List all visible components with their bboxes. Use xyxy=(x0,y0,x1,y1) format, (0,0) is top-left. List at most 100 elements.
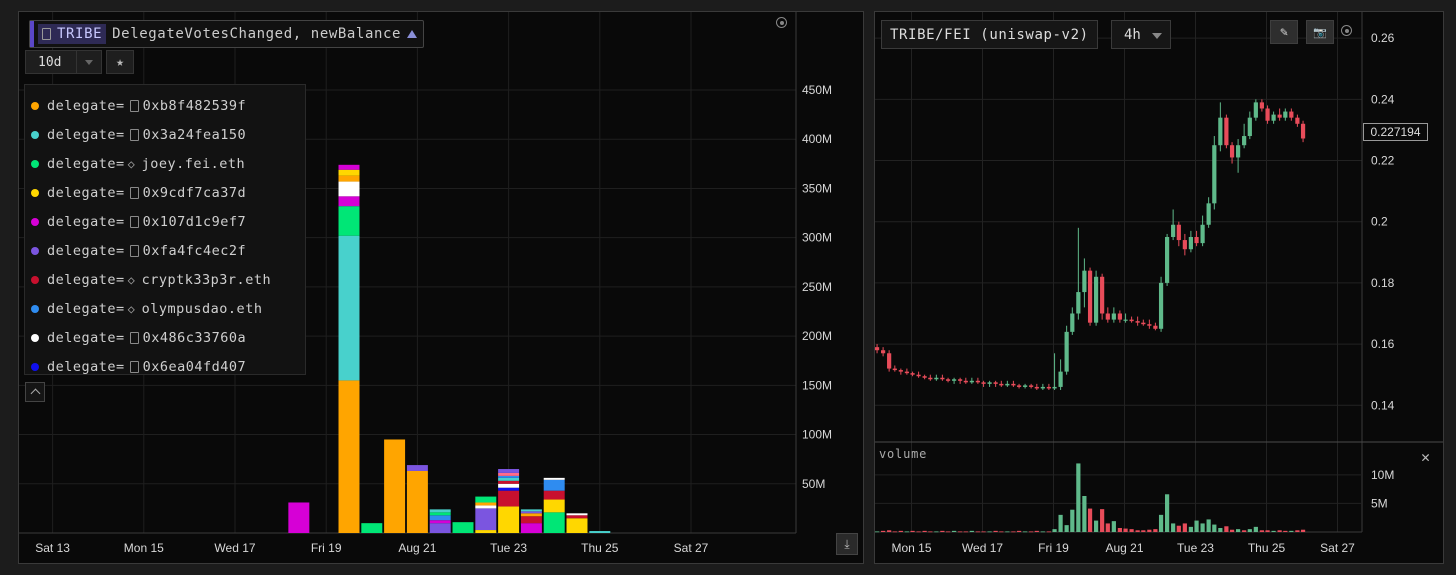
volume-bar xyxy=(999,531,1004,533)
volume-tick-label: 10M xyxy=(1371,468,1394,482)
download-icon: ⤓ xyxy=(844,536,850,551)
volume-bar xyxy=(975,531,980,533)
range-dropdown-button[interactable] xyxy=(76,50,102,74)
legend-label: 0xb8f482539f xyxy=(142,97,247,114)
volume-bar xyxy=(969,530,974,532)
candle-body xyxy=(1212,145,1217,204)
volume-bar xyxy=(1111,521,1116,532)
volume-bar xyxy=(1218,528,1223,532)
candle-body xyxy=(1105,313,1110,320)
legend-prefix: delegate= xyxy=(47,126,125,143)
bar-segment xyxy=(475,496,497,503)
bar-segment xyxy=(566,513,588,516)
price-chart-panel: 0.14 0.16 0.18 0.2 0.22 0.24 0.26 Mon 15 Wed 17 F… xyxy=(874,11,1444,564)
bar-segment xyxy=(543,512,565,533)
candle-body xyxy=(940,377,945,380)
volume-bar xyxy=(887,530,892,532)
bar-segment xyxy=(520,511,542,514)
volume-bar xyxy=(1129,529,1134,532)
volume-bar xyxy=(1070,509,1075,532)
collapse-legend-button[interactable] xyxy=(25,382,45,402)
bar-segment xyxy=(520,523,542,533)
x-tick-label: Sat 27 xyxy=(1320,541,1355,555)
volume-bar xyxy=(1200,523,1205,532)
bar-segment xyxy=(520,513,542,517)
candle-body xyxy=(1076,292,1081,314)
pair-selector[interactable]: TRIBE/FEI (uniswap-v2) xyxy=(881,20,1098,49)
candle-body xyxy=(887,353,892,369)
volume-bar xyxy=(910,530,915,532)
legend-item[interactable]: delegate= 0x6ea04fd407 xyxy=(25,352,305,381)
volume-bar xyxy=(1117,528,1122,532)
timeframe-select[interactable]: 4h xyxy=(1111,20,1171,49)
bar-segment xyxy=(338,175,360,182)
legend-item[interactable]: delegate= 0x3a24fea150 xyxy=(25,120,305,149)
last-price-label: 0.227194 xyxy=(1363,123,1428,141)
candle-body xyxy=(1153,325,1158,329)
bar-segment xyxy=(429,520,451,524)
candle-body xyxy=(922,376,927,378)
bar-segment xyxy=(475,530,497,533)
draw-button[interactable]: ✎ xyxy=(1270,20,1298,44)
y-tick-label: 0.2 xyxy=(1371,215,1388,229)
volume-bar xyxy=(1176,525,1181,532)
volume-bar xyxy=(1242,530,1247,532)
volume-bar xyxy=(945,531,951,533)
camera-icon: 📷 xyxy=(1313,25,1327,39)
legend-label: joey.fei.eth xyxy=(141,155,246,172)
volume-bar xyxy=(1265,530,1270,532)
volume-bar xyxy=(928,531,933,533)
bar-segment xyxy=(452,522,474,533)
legend-item[interactable]: delegate= 0x9cdf7ca37d xyxy=(25,178,305,207)
download-button[interactable]: ⤓ xyxy=(836,533,858,555)
volume-bar xyxy=(1076,463,1081,532)
crosshair-toggle-icon[interactable] xyxy=(776,17,787,28)
bar-segment xyxy=(498,475,520,478)
legend-item[interactable]: delegate= 0xfa4fc4ec2f xyxy=(25,236,305,265)
legend-item[interactable]: delegate= ◇ joey.fei.eth xyxy=(25,149,305,178)
screenshot-button[interactable]: 📷 xyxy=(1306,20,1334,44)
legend-prefix: delegate= xyxy=(47,358,125,375)
range-select[interactable]: 10d xyxy=(25,50,77,74)
volume-bar xyxy=(1141,530,1146,532)
volume-bar xyxy=(1029,531,1034,533)
candle-body xyxy=(981,382,986,384)
volume-bar xyxy=(934,531,939,533)
volume-bar xyxy=(1040,531,1045,533)
x-tick-label: Fri 19 xyxy=(311,541,342,555)
legend-swatch xyxy=(31,304,39,313)
legend-item[interactable]: delegate= 0x107d1c9ef7 xyxy=(25,207,305,236)
close-volume-icon[interactable]: ✕ xyxy=(1421,448,1430,466)
legend-swatch xyxy=(31,188,39,197)
chart-controls: 10d ★ xyxy=(25,50,134,74)
candle-body xyxy=(1295,117,1300,124)
legend-item[interactable]: delegate= 0x486c33760a xyxy=(25,323,305,352)
bar-segment xyxy=(429,512,451,516)
legend-item[interactable]: delegate= ◇ cryptk33p3r.eth xyxy=(25,265,305,294)
legend-item[interactable]: delegate= ◇ olympusdao.eth xyxy=(25,294,305,323)
chart-title[interactable]: TRIBE DelegateVotesChanged, newBalance xyxy=(29,20,425,48)
legend-item[interactable]: delegate= 0xb8f482539f xyxy=(25,91,305,120)
ethereum-icon xyxy=(407,30,418,38)
volume-bar xyxy=(1046,531,1051,533)
candle-body xyxy=(1005,383,1010,386)
bar-segment xyxy=(338,380,360,533)
price-chart: 0.14 0.16 0.18 0.2 0.22 0.24 0.26 Mon 15 Wed 17 F… xyxy=(875,12,1443,555)
bar-segment xyxy=(566,515,588,519)
candle-body xyxy=(1046,386,1051,389)
bar-segment xyxy=(589,531,611,533)
pencil-icon: ✎ xyxy=(1280,24,1288,40)
token-chip[interactable]: TRIBE xyxy=(38,24,107,44)
favorite-button[interactable]: ★ xyxy=(106,50,134,74)
volume-bar xyxy=(1182,523,1187,532)
candle-body xyxy=(1265,108,1270,121)
candle-body xyxy=(1283,111,1288,118)
x-tick-label: Tue 23 xyxy=(1177,541,1214,555)
crosshair-toggle-icon[interactable] xyxy=(1341,25,1352,36)
legend: delegate= 0xb8f482539f delegate= 0x3a24fea1… xyxy=(24,84,306,375)
x-tick-label: Thu 25 xyxy=(1248,541,1286,555)
candle-body xyxy=(1094,276,1099,323)
bar-segment xyxy=(498,483,520,488)
contract-icon xyxy=(129,186,139,199)
candle-body xyxy=(987,382,992,384)
